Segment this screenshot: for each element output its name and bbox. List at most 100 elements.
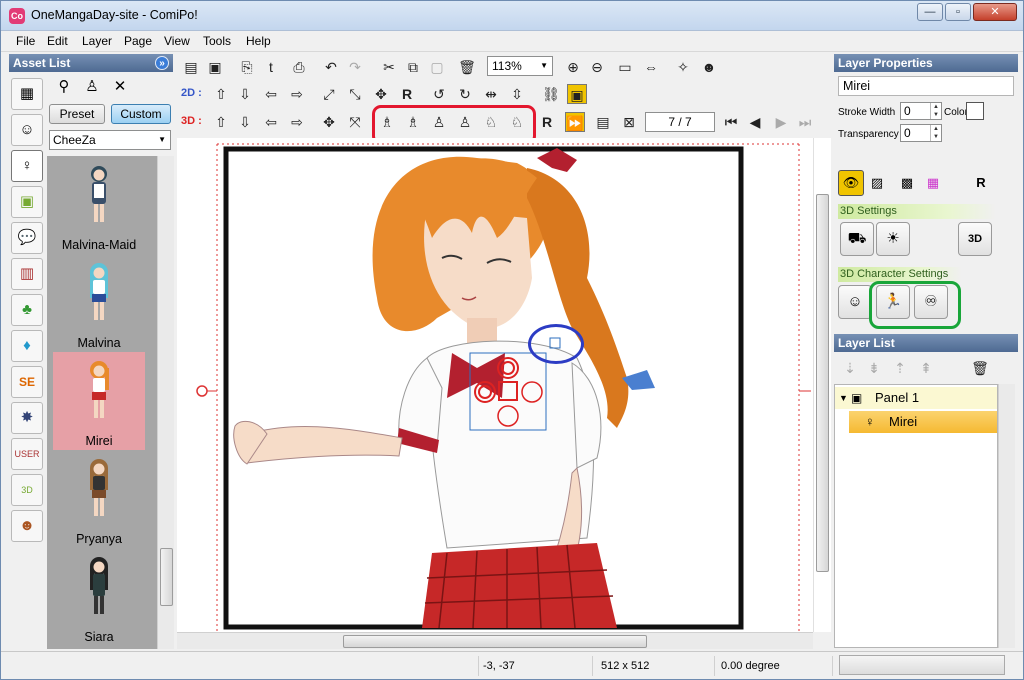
copy-icon[interactable]: ⧉	[403, 57, 423, 77]
menu-edit[interactable]: Edit	[47, 34, 68, 48]
fit-page-icon[interactable]: ▭	[615, 57, 635, 77]
zoom-3d-out-icon[interactable]: ⤧	[345, 112, 365, 132]
move-left-icon[interactable]: ⇦	[261, 112, 281, 132]
spinner-arrows-icon[interactable]: ▲ ▼	[930, 103, 941, 119]
move-layer-down-icon[interactable]: ⇣	[840, 358, 860, 378]
zoom-3d-in-icon[interactable]: ✥	[319, 112, 339, 132]
background-icon[interactable]: ▥	[11, 258, 43, 290]
scrollbar-thumb[interactable]	[160, 548, 173, 606]
canvas-area[interactable]	[177, 138, 831, 632]
open-icon[interactable]: ▤	[181, 57, 201, 77]
play-forward-icon[interactable]: ⏩	[565, 112, 585, 132]
trash-icon[interactable]: 🗑	[457, 57, 477, 77]
frame-icon[interactable]: ▨	[864, 170, 890, 196]
user-character-icon[interactable]: ☻	[11, 510, 43, 542]
asset-item-malvina-maid[interactable]: Malvina-Maid	[53, 156, 145, 254]
fit-icon[interactable]: ✥	[371, 84, 391, 104]
sound-effect-icon[interactable]: SE	[11, 366, 43, 398]
page-delete-icon[interactable]: ⊠	[619, 112, 639, 132]
share-icon[interactable]: t	[261, 57, 281, 77]
move-right-icon[interactable]: ⇨	[287, 84, 307, 104]
scale-down-icon[interactable]: ⤡	[345, 84, 365, 104]
menu-view[interactable]: View	[164, 34, 190, 48]
menu-page[interactable]: Page	[124, 34, 152, 48]
effect-icon[interactable]: ✸	[11, 402, 43, 434]
menu-tools[interactable]: Tools	[203, 34, 231, 48]
collapse-icon[interactable]: »	[155, 56, 169, 70]
asset-filter-select[interactable]: CheeZa ▼	[49, 130, 171, 150]
preset-button[interactable]: Preset	[49, 104, 105, 124]
panel-layout-icon[interactable]: ▦	[11, 78, 43, 110]
lock-ratio-icon[interactable]: ⛓	[541, 84, 561, 104]
close-button[interactable]: ✕	[973, 3, 1017, 21]
move-down-icon[interactable]: ⇩	[235, 112, 255, 132]
rotate-right-icon[interactable]: ↻	[455, 84, 475, 104]
magic-wand-icon[interactable]: ✧	[673, 57, 693, 77]
menu-help[interactable]: Help	[246, 34, 271, 48]
move-layer-top-icon[interactable]: ⇞	[916, 358, 936, 378]
print-icon[interactable]: ⎙	[289, 57, 309, 77]
move-layer-bottom-icon[interactable]: ⇟	[864, 358, 884, 378]
next-page-icon[interactable]: ▶	[771, 112, 791, 132]
stroke-width-input[interactable]: 0 ▲ ▼	[900, 102, 942, 120]
expression-icon[interactable]: ☺	[838, 285, 872, 319]
canvas-horizontal-scrollbar[interactable]	[177, 632, 813, 649]
save-icon[interactable]: ▣	[205, 57, 225, 77]
asset-item-malvina[interactable]: Malvina	[53, 254, 145, 352]
minimize-button[interactable]: —	[917, 3, 943, 21]
manga-panel-canvas[interactable]	[177, 138, 831, 632]
flip-vertical-icon[interactable]: ⇳	[507, 84, 527, 104]
custom-button[interactable]: Custom	[111, 104, 171, 124]
asset-item-mirei[interactable]: Mirei	[53, 352, 145, 450]
3d-view-icon[interactable]: 3D	[958, 222, 992, 256]
first-page-icon[interactable]: ⏮	[721, 112, 741, 132]
undo-icon[interactable]: ↶	[321, 57, 341, 77]
menu-file[interactable]: File	[16, 34, 35, 48]
color-filter-icon[interactable]: ▦	[920, 170, 946, 196]
paste-icon[interactable]: ▢	[427, 57, 447, 77]
transparency-input[interactable]: 0 ▲ ▼	[900, 124, 942, 142]
redo-icon[interactable]: ↷	[345, 57, 365, 77]
maximize-button[interactable]: ▫	[945, 3, 971, 21]
reset-2d-icon[interactable]: R	[397, 84, 417, 104]
reset-3d-icon[interactable]: R	[537, 112, 557, 132]
layer-row-mirei[interactable]: ♀ Mirei	[849, 411, 997, 433]
zoom-in-icon[interactable]: ⊕	[563, 57, 583, 77]
character-edit-icon[interactable]: ♙	[81, 76, 103, 98]
move-layer-up-icon[interactable]: ⇡	[890, 358, 910, 378]
delete-icon[interactable]: ✕	[109, 76, 131, 98]
user-data-icon[interactable]: USER	[11, 438, 43, 470]
move-up-icon[interactable]: ⇧	[211, 84, 231, 104]
scrollbar-thumb[interactable]	[343, 635, 647, 648]
zoom-out-icon[interactable]: ⊖	[587, 57, 607, 77]
lighting-icon[interactable]: ☀	[876, 222, 910, 256]
move-right-icon[interactable]: ⇨	[287, 112, 307, 132]
speech-balloon-icon[interactable]: 💬	[11, 222, 43, 254]
fit-width-icon[interactable]: ⇔	[641, 57, 661, 77]
chevron-down-icon[interactable]: ▼	[839, 387, 848, 409]
asset-list-scrollbar[interactable]	[157, 156, 174, 649]
visibility-icon[interactable]: 👁	[838, 170, 864, 196]
move-up-icon[interactable]: ⇧	[211, 112, 231, 132]
export-icon[interactable]: ⎘	[237, 57, 257, 77]
tone-icon[interactable]: ▩	[894, 170, 920, 196]
lock-icon[interactable]: ▣	[567, 84, 587, 104]
rotate-left-icon[interactable]: ↺	[429, 84, 449, 104]
layer-name-input[interactable]: Mirei	[838, 76, 1014, 96]
page-settings-icon[interactable]: ▤	[593, 112, 613, 132]
scrollbar-thumb[interactable]	[816, 194, 829, 572]
3d-object-icon[interactable]: ▣	[11, 186, 43, 218]
menu-layer[interactable]: Layer	[82, 34, 112, 48]
canvas-vertical-scrollbar[interactable]	[813, 138, 830, 632]
zoom-select[interactable]: 113% ▼	[487, 56, 553, 76]
reset-icon[interactable]: R	[968, 170, 994, 196]
last-page-icon[interactable]: ⏭	[795, 112, 815, 132]
move-left-icon[interactable]: ⇦	[261, 84, 281, 104]
layer-list-scrollbar[interactable]	[998, 384, 1015, 648]
tree-icon[interactable]: ♣	[11, 294, 43, 326]
filter-icon[interactable]: ⚲	[53, 76, 75, 98]
camera-icon[interactable]: ⛟	[840, 222, 874, 256]
cut-icon[interactable]: ✂	[379, 57, 399, 77]
asset-item-pryanya[interactable]: Pryanya	[53, 450, 145, 548]
prev-page-icon[interactable]: ◀	[745, 112, 765, 132]
